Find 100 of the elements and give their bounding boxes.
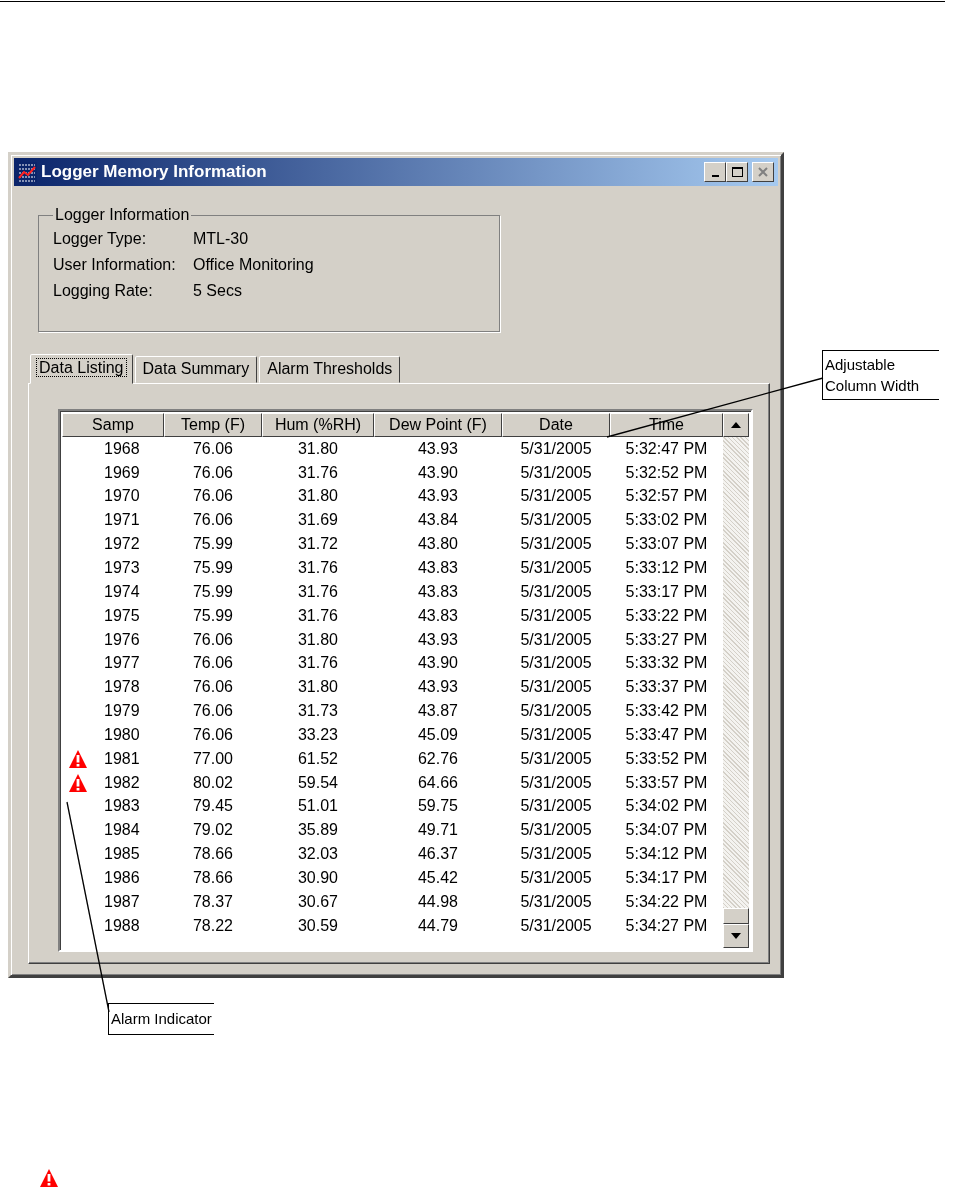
maximize-button[interactable] <box>726 162 748 182</box>
table-cell: 5:32:57 PM <box>625 487 708 506</box>
table-cell: 75.99 <box>192 559 233 577</box>
table-cell: 5/31/2005 <box>520 845 592 864</box>
alarm-icon <box>39 1168 59 1188</box>
table-cell: 75.99 <box>192 535 233 554</box>
tab[interactable]: Data Summary <box>134 356 258 383</box>
table-cell: 30.67 <box>297 892 338 911</box>
column-header[interactable]: Dew Point (F) <box>374 413 502 437</box>
table-cell: 76.06 <box>192 487 233 506</box>
minimize-icon <box>711 175 719 177</box>
down-arrow-icon <box>731 933 741 939</box>
table-cell: 1981 <box>104 749 140 768</box>
table-cell: 43.87 <box>417 702 458 721</box>
table-cell: 79.45 <box>192 797 233 816</box>
table-cell: 31.72 <box>297 535 338 554</box>
table-cell: 5/31/2005 <box>520 535 592 554</box>
table-cell: 76.06 <box>192 702 233 721</box>
table-cell: 5:32:52 PM <box>625 463 708 482</box>
table-cell: 5/31/2005 <box>520 606 592 625</box>
table-cell: 76.06 <box>192 725 233 744</box>
table-cell: 30.90 <box>297 868 338 887</box>
table-cell: 64.66 <box>417 773 458 792</box>
table-cell: 5:33:37 PM <box>625 678 708 697</box>
table-cell: 76.06 <box>192 654 233 673</box>
minimize-button[interactable] <box>704 162 726 182</box>
table-cell: 78.22 <box>192 916 233 935</box>
table-cell: 1975 <box>104 606 140 625</box>
table-cell: 49.71 <box>417 821 458 840</box>
table-cell: 1979 <box>104 702 140 721</box>
column-header[interactable]: Temp (F) <box>164 413 262 437</box>
table-cell: 43.93 <box>417 678 458 697</box>
table-cell: 5:32:47 PM <box>625 439 708 458</box>
callout-label: Adjustable Column Width <box>822 350 939 400</box>
table-cell: 61.52 <box>297 749 338 768</box>
table-cell: 5:33:57 PM <box>625 773 708 792</box>
table-cell: 79.02 <box>192 821 233 840</box>
column-header[interactable]: Samp <box>62 413 164 437</box>
table-cell: 5:33:02 PM <box>625 511 708 530</box>
table-cell: 5:33:12 PM <box>625 559 708 577</box>
field-value: 5 Secs <box>193 282 243 300</box>
field-value: MTL-30 <box>193 230 250 248</box>
table-cell: 45.09 <box>417 725 458 744</box>
table-cell: 5/31/2005 <box>520 821 592 840</box>
chart-icon <box>17 162 37 182</box>
table-cell: 31.80 <box>297 439 338 458</box>
table-cell: 44.98 <box>417 892 458 911</box>
close-button[interactable] <box>752 162 774 182</box>
table-cell: 5/31/2005 <box>520 892 592 911</box>
table-cell: 5:34:27 PM <box>625 916 708 935</box>
table-cell: 62.76 <box>417 749 458 768</box>
table-cell: 51.01 <box>297 797 338 816</box>
table-cell: 31.80 <box>297 630 338 649</box>
table-cell: 5/31/2005 <box>520 511 592 530</box>
table-cell: 1976 <box>104 630 140 649</box>
scrollbar-thumb[interactable] <box>723 908 749 924</box>
table-cell: 43.90 <box>417 654 458 673</box>
table-cell: 43.93 <box>417 630 458 649</box>
column-header[interactable]: Hum (%RH) <box>262 413 374 437</box>
table-cell: 5:33:47 PM <box>625 725 708 744</box>
table-cell: 1972 <box>104 535 140 554</box>
table-cell: 76.06 <box>192 439 233 458</box>
field-label: Logger Type: <box>53 230 148 248</box>
tab[interactable]: Data Listing <box>30 354 133 384</box>
table-cell: 5/31/2005 <box>520 559 592 577</box>
table-cell: 5/31/2005 <box>520 487 592 506</box>
table-cell: 32.03 <box>297 845 338 864</box>
table-cell: 1968 <box>104 439 140 458</box>
window-title: Logger Memory Information <box>41 162 267 182</box>
table-cell: 5/31/2005 <box>520 702 592 721</box>
table-cell: 59.75 <box>417 797 458 816</box>
table-cell: 1973 <box>104 559 140 577</box>
table-cell: 5:33:42 PM <box>625 702 708 721</box>
scroll-down-button[interactable] <box>723 924 749 948</box>
table-cell: 78.66 <box>192 845 233 864</box>
table-cell: 1986 <box>104 868 140 887</box>
table-cell: 31.76 <box>297 463 338 482</box>
table-cell: 1980 <box>104 725 140 744</box>
table-cell: 5/31/2005 <box>520 797 592 816</box>
scroll-up-button[interactable] <box>723 413 749 437</box>
table-cell: 5/31/2005 <box>520 868 592 887</box>
table-cell: 1987 <box>104 892 140 911</box>
table-cell: 1983 <box>104 797 140 816</box>
table-cell: 43.90 <box>417 463 458 482</box>
table-cell: 35.89 <box>297 821 338 840</box>
table-cell: 5/31/2005 <box>520 749 592 768</box>
table-cell: 43.93 <box>417 439 458 458</box>
table-cell: 45.42 <box>417 868 458 887</box>
table-cell: 5/31/2005 <box>520 725 592 744</box>
table-cell: 5/31/2005 <box>520 463 592 482</box>
table-cell: 46.37 <box>417 845 458 864</box>
table-cell: 43.83 <box>417 606 458 625</box>
table-cell: 5:33:17 PM <box>625 582 708 601</box>
column-header[interactable]: Date <box>502 413 610 437</box>
table-cell: 5:33:32 PM <box>625 654 708 673</box>
column-header[interactable]: Time <box>610 413 723 437</box>
tab[interactable]: Alarm Thresholds <box>259 356 401 383</box>
table-cell: 1985 <box>104 845 140 864</box>
table-cell: 76.06 <box>192 511 233 530</box>
table-cell: 43.80 <box>417 535 458 554</box>
